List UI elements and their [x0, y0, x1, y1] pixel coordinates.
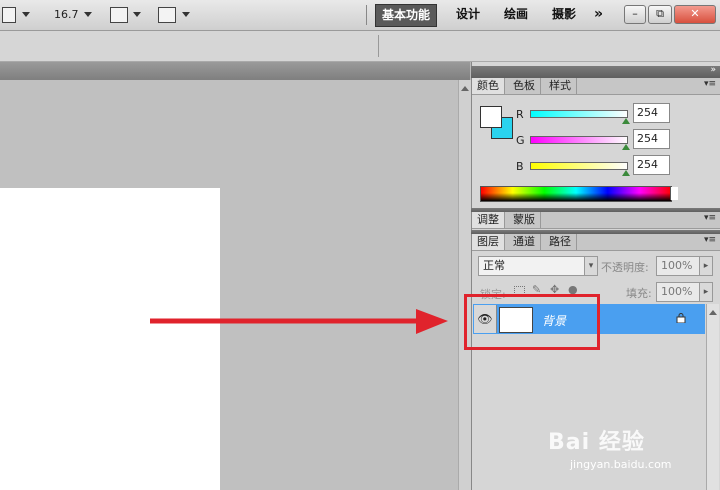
- collapse-icon[interactable]: »: [710, 65, 716, 75]
- annotation-arrow: [150, 309, 448, 334]
- channel-r-label: R: [516, 108, 524, 121]
- workspace-essentials-button[interactable]: 基本功能: [375, 4, 438, 27]
- dock-collapse-bar[interactable]: »: [471, 65, 720, 78]
- screen-mode-chevron-icon[interactable]: [182, 12, 190, 17]
- options-divider: [378, 35, 379, 57]
- panel-menu-icon[interactable]: ▾≡: [704, 79, 716, 89]
- layers-scroll-up-icon[interactable]: [709, 310, 717, 315]
- tab-layers[interactable]: 图层: [472, 234, 505, 250]
- tab-masks[interactable]: 蒙版: [508, 212, 541, 228]
- document-canvas[interactable]: [0, 188, 220, 490]
- tab-styles[interactable]: 样式: [544, 78, 577, 94]
- workspace-design-button[interactable]: 设计: [450, 4, 486, 25]
- zoom-dropdown-icon[interactable]: [84, 12, 92, 17]
- adjust-panel-tabs: 调整 蒙版 ▾≡: [472, 212, 720, 229]
- color-panel-tabs: 颜色 色板 样式 ▾≡: [472, 78, 720, 95]
- layers-panel-tabs: 图层 通道 路径 ▾≡: [472, 234, 720, 251]
- tab-swatches[interactable]: 色板: [508, 78, 541, 94]
- close-button[interactable]: ✕: [674, 5, 716, 24]
- view-extras-icon[interactable]: [110, 7, 128, 23]
- tab-channels[interactable]: 通道: [508, 234, 541, 250]
- minimize-button[interactable]: –: [624, 5, 646, 24]
- layers-scrollbar[interactable]: [706, 304, 719, 490]
- layers-panel-menu-icon[interactable]: ▾≡: [704, 235, 716, 245]
- bridge-icon[interactable]: [2, 7, 16, 23]
- opacity-arrow-icon[interactable]: ▸: [699, 256, 713, 276]
- watermark-logo: Bai 经验: [548, 430, 645, 455]
- more-workspaces-button[interactable]: »: [588, 4, 609, 25]
- workspace-painting-button[interactable]: 绘画: [498, 4, 534, 25]
- channel-r-thumb[interactable]: [622, 118, 630, 124]
- layer-lock-icon: [676, 313, 686, 323]
- fill-field[interactable]: 100%: [656, 282, 700, 302]
- document-tab-strip: [0, 62, 470, 80]
- tab-color[interactable]: 颜色: [472, 78, 505, 94]
- canvas-vertical-scrollbar[interactable]: [458, 80, 471, 490]
- watermark-url: jingyan.baidu.com: [570, 458, 672, 471]
- view-extras-chevron-icon[interactable]: [133, 12, 141, 17]
- scroll-up-icon[interactable]: [461, 86, 469, 91]
- spectrum-shade: [481, 193, 671, 201]
- highlight-box: [464, 294, 600, 350]
- zoom-level[interactable]: 16.7: [54, 8, 79, 21]
- spectrum-white-end[interactable]: [670, 187, 678, 200]
- fill-label: 填充:: [626, 287, 652, 300]
- restore-button[interactable]: ⧉: [648, 5, 672, 24]
- options-bar: [0, 31, 720, 62]
- channel-g-label: G: [516, 134, 525, 147]
- screen-mode-icon[interactable]: [158, 7, 176, 23]
- fill-arrow-icon[interactable]: ▸: [699, 282, 713, 302]
- toolbar-divider: [366, 5, 367, 25]
- foreground-color-swatch[interactable]: [480, 106, 502, 128]
- blend-mode-select[interactable]: 正常: [478, 256, 598, 276]
- blend-mode-dropdown-icon[interactable]: ▾: [584, 256, 598, 276]
- channel-r-slider[interactable]: [530, 110, 628, 118]
- application-bar: 16.7 基本功能 设计 绘画 摄影 » – ⧉ ✕: [0, 0, 720, 31]
- channel-g-thumb[interactable]: [622, 144, 630, 150]
- opacity-label: 不透明度:: [601, 261, 649, 274]
- channel-g-value[interactable]: 254: [633, 129, 670, 149]
- workspace-photography-button[interactable]: 摄影: [546, 4, 582, 25]
- channel-r-value[interactable]: 254: [633, 103, 670, 123]
- tab-paths[interactable]: 路径: [544, 234, 577, 250]
- channel-b-value[interactable]: 254: [633, 155, 670, 175]
- channel-g-slider[interactable]: [530, 136, 628, 144]
- tab-adjustments[interactable]: 调整: [472, 212, 505, 228]
- channel-b-slider[interactable]: [530, 162, 628, 170]
- channel-b-label: B: [516, 160, 524, 173]
- chevron-down-icon[interactable]: [22, 12, 30, 17]
- channel-b-thumb[interactable]: [622, 170, 630, 176]
- adjust-panel-menu-icon[interactable]: ▾≡: [704, 213, 716, 223]
- opacity-field[interactable]: 100%: [656, 256, 700, 276]
